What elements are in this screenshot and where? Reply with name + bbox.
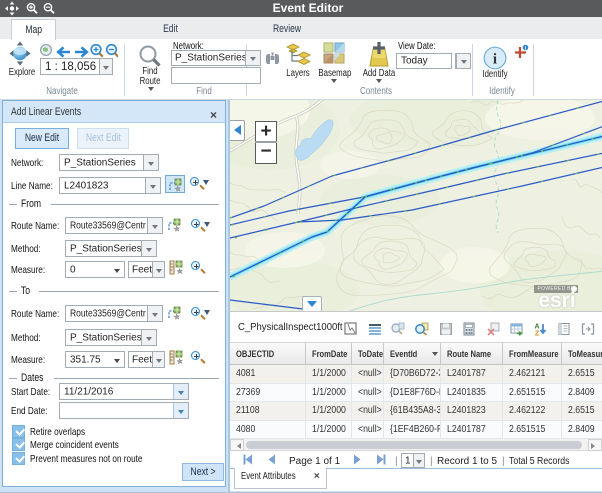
svg-text:i: i <box>493 52 497 68</box>
svg-text:Z: Z <box>535 331 540 337</box>
svg-text:A: A <box>534 324 539 331</box>
